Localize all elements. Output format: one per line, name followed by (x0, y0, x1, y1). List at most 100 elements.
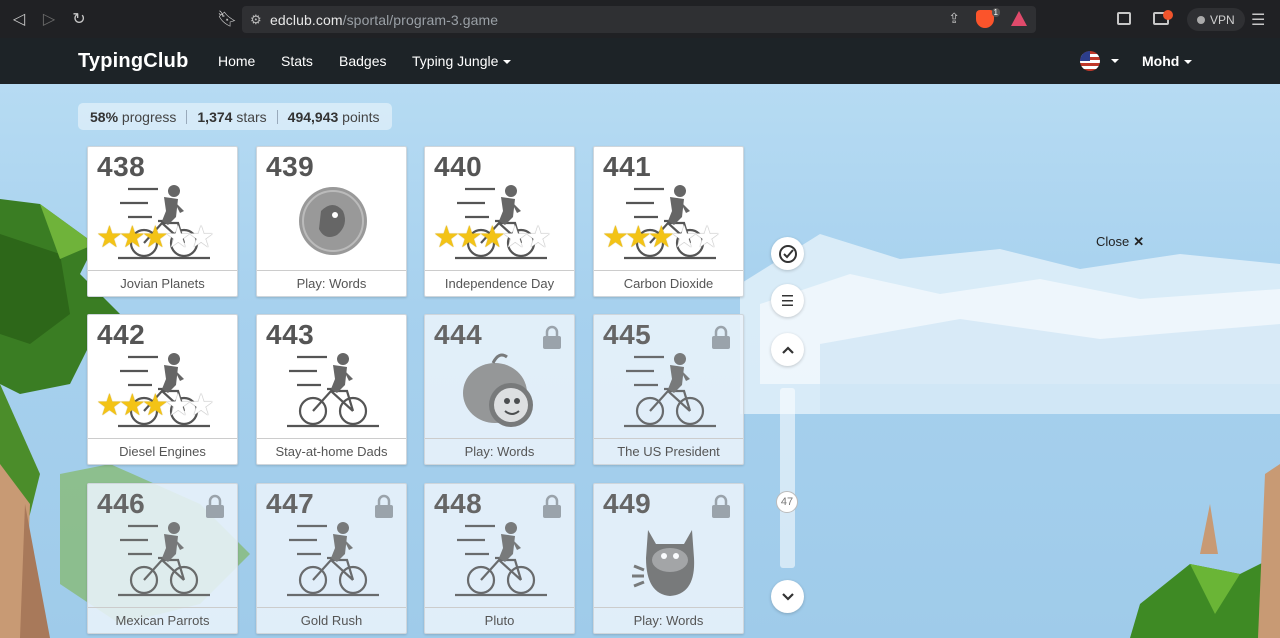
lesson-tile[interactable]: 439 Play: Words (256, 146, 407, 297)
cyclist-icon (287, 518, 379, 604)
lesson-tile[interactable]: 448 Pluto (424, 483, 575, 634)
brave-shields-count: 1 (991, 8, 1000, 17)
chevron-down-icon (1184, 60, 1193, 65)
vpn-status-icon (1197, 15, 1205, 24)
lesson-tile[interactable]: 447 Gold Rush (256, 483, 407, 634)
scroll-position-indicator[interactable]: 47 (776, 491, 798, 513)
lesson-number: 439 (266, 151, 315, 182)
star-empty-icon: ★ (187, 389, 215, 422)
scroll-up-button[interactable] (771, 333, 804, 366)
lesson-title: Diesel Engines (88, 438, 237, 464)
lesson-tile[interactable]: 444 Play: Words (424, 314, 575, 465)
star-rating: ★ ★ ★ ★ ★ (602, 223, 721, 253)
lesson-number: 444 (434, 319, 483, 350)
reload-icon[interactable]: ↻ (66, 6, 92, 32)
lock-icon (374, 494, 394, 518)
lesson-number: 448 (434, 488, 483, 519)
lesson-title: Carbon Dioxide (594, 270, 743, 296)
lock-icon (711, 325, 731, 349)
cyclist-icon (624, 349, 716, 435)
lesson-number: 443 (266, 319, 315, 350)
star-rating: ★ ★ ★ ★ ★ (96, 391, 215, 421)
chevron-down-icon (503, 60, 512, 65)
lesson-tile[interactable]: 438 ★ ★ ★ ★ ★ Jovian Planets (87, 146, 238, 297)
lesson-title: Pluto (425, 607, 574, 633)
vpn-label: VPN (1210, 12, 1235, 27)
star-rating: ★ ★ ★ ★ ★ (96, 223, 215, 253)
game-character-icon (455, 349, 547, 435)
lesson-tile[interactable]: 443 Stay-at-home Dads (256, 314, 407, 465)
check-circle-icon[interactable] (771, 237, 804, 270)
stars-stat: 1,374 stars (197, 108, 267, 125)
lesson-title: Mexican Parrots (88, 607, 237, 633)
lesson-tile[interactable]: 445 The US President (593, 314, 744, 465)
close-icon: ✕ (1133, 234, 1145, 249)
browser-menu-icon[interactable]: ☰ (1251, 10, 1265, 30)
site-header: TypingClub Home Stats Badges Typing Jung… (0, 38, 1280, 84)
nav-stats[interactable]: Stats (281, 53, 313, 69)
lesson-tile[interactable]: 441 ★ ★ ★ ★ ★ Carbon Dioxide (593, 146, 744, 297)
lesson-number: 440 (434, 151, 483, 182)
lock-icon (711, 494, 731, 518)
lesson-title: Play: Words (425, 438, 574, 464)
progress-summary: 58% progress 1,374 stars 494,943 points (78, 103, 392, 130)
close-label: Close (1096, 234, 1130, 249)
lesson-tile[interactable]: 440 ★ ★ ★ ★ ★ Independence Day (424, 146, 575, 297)
divider (276, 109, 278, 124)
cyclist-icon (455, 518, 547, 604)
star-rating: ★ ★ ★ ★ ★ (433, 223, 552, 253)
url-text: edclub.com/sportal/program-3.game (270, 11, 499, 28)
nav-typing-jungle-label: Typing Jungle (412, 53, 499, 69)
lesson-title: Stay-at-home Dads (257, 438, 406, 464)
lesson-title: The US President (594, 438, 743, 464)
lock-icon (542, 325, 562, 349)
lesson-number: 446 (97, 488, 146, 519)
star-empty-icon: ★ (524, 221, 552, 254)
star-empty-icon: ★ (187, 221, 215, 254)
lesson-title: Play: Words (594, 607, 743, 633)
lesson-tile[interactable]: 449 Play: Words (593, 483, 744, 634)
progress-stat: 58% progress (90, 108, 177, 125)
points-stat: 494,943 points (287, 108, 380, 125)
lock-icon (542, 494, 562, 518)
us-flag-icon[interactable] (1080, 51, 1100, 71)
cyclist-icon (118, 518, 210, 604)
sidebar-toggle-icon[interactable] (1117, 12, 1131, 25)
lesson-title: Play: Words (257, 270, 406, 296)
lesson-title: Independence Day (425, 270, 574, 296)
forward-icon[interactable]: ▷ (36, 6, 62, 32)
nav-typing-jungle[interactable]: Typing Jungle (412, 53, 512, 69)
site-logo[interactable]: TypingClub (78, 50, 189, 73)
user-name: Mohd (1142, 53, 1180, 69)
back-icon[interactable]: ◁ (6, 6, 32, 32)
game-character-icon (287, 181, 379, 267)
lesson-number: 449 (603, 488, 652, 519)
scroll-down-button[interactable] (771, 580, 804, 613)
bookmark-icon[interactable]: 🔖︎ (214, 6, 240, 32)
lesson-number: 438 (97, 151, 146, 182)
nav-badges[interactable]: Badges (339, 53, 386, 69)
lock-icon (205, 494, 225, 518)
game-character-icon (624, 518, 716, 604)
vpn-button[interactable]: VPN (1187, 8, 1245, 31)
user-menu[interactable]: Mohd (1142, 53, 1193, 69)
divider (186, 109, 188, 124)
star-empty-icon: ★ (693, 221, 721, 254)
nav-home[interactable]: Home (218, 53, 255, 69)
lesson-title: Gold Rush (257, 607, 406, 633)
site-info-icon[interactable]: ⚙ (250, 12, 270, 28)
menu-icon[interactable]: ☰ (771, 284, 804, 317)
cyclist-icon (287, 349, 379, 435)
chevron-down-icon[interactable] (1111, 59, 1119, 63)
address-bar[interactable]: ⚙ edclub.com/sportal/program-3.game ⇪ 1 (242, 6, 1036, 33)
lesson-number: 441 (603, 151, 652, 182)
lesson-title: Jovian Planets (88, 270, 237, 296)
lesson-number: 442 (97, 319, 146, 350)
scroll-track[interactable] (780, 388, 795, 568)
close-button[interactable]: Close ✕ (1096, 234, 1144, 250)
share-icon[interactable]: ⇪ (948, 10, 960, 27)
brave-rewards-icon[interactable] (1011, 11, 1027, 26)
lesson-tile[interactable]: 442 ★ ★ ★ ★ ★ Diesel Engines (87, 314, 238, 465)
lesson-number: 445 (603, 319, 652, 350)
lesson-tile[interactable]: 446 Mexican Parrots (87, 483, 238, 634)
